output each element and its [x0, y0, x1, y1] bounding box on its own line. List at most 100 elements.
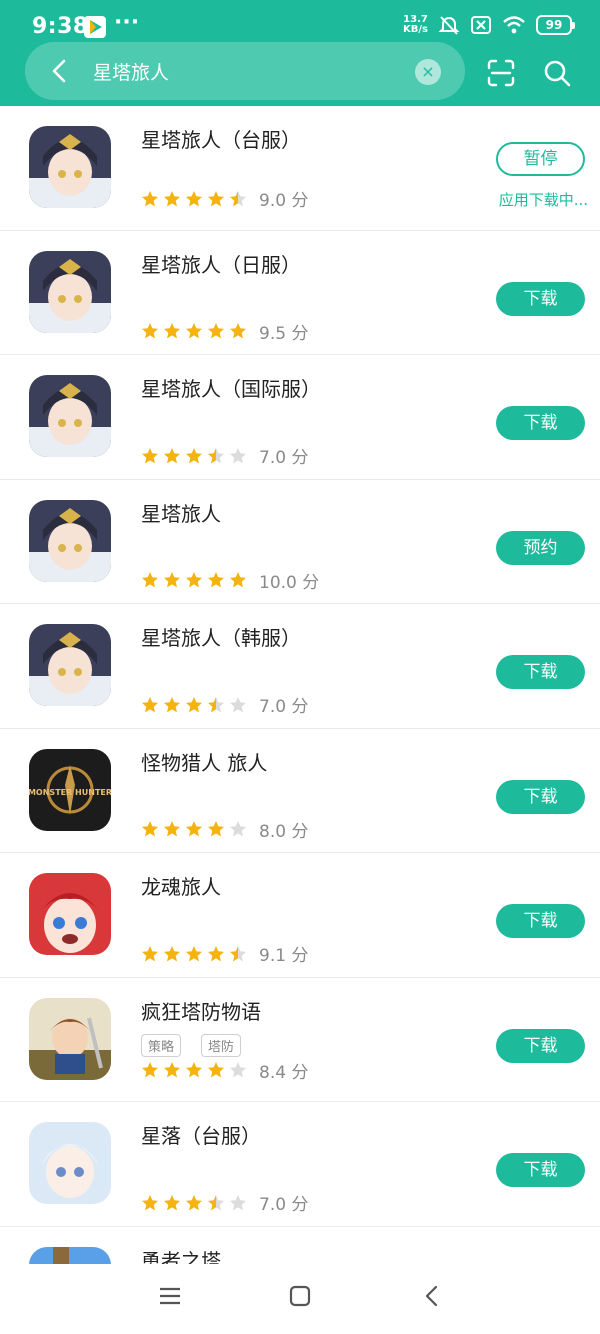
- pause-button[interactable]: 暂停: [496, 142, 585, 176]
- star-icon: [163, 322, 181, 340]
- star-icon: [207, 190, 225, 208]
- app-tag: 策略: [141, 1033, 182, 1057]
- app-name: 勇者之塔: [141, 1248, 221, 1265]
- star-icon: [207, 820, 225, 838]
- download-button[interactable]: 下载: [496, 281, 585, 316]
- app-score: 9.1 分: [259, 946, 309, 966]
- star-rating: [141, 820, 247, 838]
- star-icon: [185, 447, 203, 465]
- star-icon: [185, 190, 203, 208]
- star-icon: [207, 571, 225, 589]
- app-list-item[interactable]: 星塔旅人（台服） 9.0 分 暂停 应用下载中...: [0, 106, 600, 231]
- star-icon: [163, 820, 181, 838]
- home-icon[interactable]: [288, 1284, 312, 1308]
- app-score: 7.0 分: [259, 448, 309, 468]
- star-icon: [163, 571, 181, 589]
- back-chevron-icon[interactable]: [45, 56, 75, 86]
- star-icon: [141, 571, 159, 589]
- app-list-item[interactable]: 星落（台服） 7.0 分 下载: [0, 1102, 600, 1227]
- system-nav-bar: [0, 1264, 600, 1334]
- star-icon: [163, 447, 181, 465]
- star-icon: [229, 190, 247, 208]
- app-name: 星塔旅人: [141, 501, 221, 526]
- search-input[interactable]: [93, 42, 393, 100]
- app-list-item[interactable]: 疯狂塔防物语 策略 塔防 8.4 分 下载: [0, 978, 600, 1102]
- app-rating: 7.0 分: [141, 692, 308, 717]
- more-notifications-icon: ···: [114, 10, 140, 35]
- app-name: 星塔旅人（国际服）: [141, 377, 321, 401]
- app-list-item[interactable]: 星塔旅人（国际服） 7.0 分 下载: [0, 355, 600, 480]
- star-icon: [141, 820, 159, 838]
- star-icon: [141, 1061, 159, 1079]
- star-icon: [185, 945, 203, 963]
- star-icon: [185, 322, 203, 340]
- app-icon: [29, 873, 111, 955]
- app-icon: [29, 1122, 111, 1204]
- star-icon: [207, 945, 225, 963]
- app-score: 10.0 分: [259, 572, 320, 593]
- star-icon: [229, 322, 247, 340]
- app-rating: 8.4 分: [141, 1058, 308, 1083]
- star-icon: [185, 1061, 203, 1079]
- battery-icon: 99: [536, 15, 575, 35]
- star-icon: [207, 1194, 225, 1212]
- app-icon: [29, 499, 111, 582]
- app-score: 7.0 分: [259, 697, 309, 717]
- app-list-item[interactable]: 星塔旅人 10.0 分 预约: [0, 480, 600, 604]
- scan-icon[interactable]: [486, 58, 516, 88]
- app-name: 怪物猎人 旅人: [141, 750, 268, 775]
- download-button[interactable]: 下载: [496, 406, 585, 440]
- star-icon: [163, 696, 181, 714]
- search-icon[interactable]: [542, 58, 572, 88]
- app-list-item[interactable]: 星塔旅人（韩服） 7.0 分 下载: [0, 604, 600, 729]
- download-status: 应用下载中...: [498, 191, 588, 209]
- star-icon: [141, 1194, 159, 1212]
- download-button[interactable]: 下载: [496, 1028, 585, 1063]
- clear-search-button[interactable]: ×: [415, 59, 441, 85]
- app-rating: 7.0 分: [141, 1190, 308, 1215]
- app-list-item[interactable]: MONSTER HUNTER 怪物猎人 旅人 8.0 分 下载: [0, 729, 600, 853]
- star-icon: [229, 1061, 247, 1079]
- app-icon: [29, 1246, 111, 1264]
- app-list-item[interactable]: 龙魂旅人 9.1 分 下载: [0, 853, 600, 978]
- star-icon: [185, 571, 203, 589]
- download-button[interactable]: 下载: [496, 1153, 585, 1187]
- download-button[interactable]: 下载: [496, 655, 585, 689]
- status-icons: 13.7 KB/s 99: [403, 14, 575, 36]
- app-rating: 10.0 分: [141, 568, 319, 593]
- star-icon: [229, 571, 247, 589]
- star-icon: [229, 945, 247, 963]
- bell-muted-icon: [438, 16, 460, 35]
- star-icon: [163, 945, 181, 963]
- reserve-button[interactable]: 预约: [496, 530, 585, 565]
- app-list-item[interactable]: 星塔旅人（日服） 9.5 分 下载: [0, 231, 600, 355]
- app-score: 9.5 分: [259, 323, 309, 344]
- star-icon: [163, 190, 181, 208]
- no-sim-icon: [471, 16, 491, 34]
- app-name: 疯狂塔防物语: [141, 999, 261, 1024]
- app-rating: 9.1 分: [141, 941, 308, 966]
- app-name: 星落（台服）: [141, 1124, 261, 1148]
- back-icon[interactable]: [420, 1284, 444, 1308]
- star-icon: [207, 696, 225, 714]
- menu-icon[interactable]: [158, 1284, 182, 1308]
- star-icon: [229, 820, 247, 838]
- star-rating: [141, 696, 247, 714]
- app-tags: 策略 塔防: [141, 1033, 242, 1057]
- download-button[interactable]: 下载: [496, 904, 585, 938]
- app-rating: 7.0 分: [141, 443, 308, 468]
- app-name: 星塔旅人（日服）: [141, 252, 301, 277]
- app-icon: [29, 126, 111, 208]
- star-icon: [141, 945, 159, 963]
- star-rating: [141, 1061, 247, 1079]
- star-icon: [185, 820, 203, 838]
- app-list-item[interactable]: 勇者之塔: [0, 1227, 600, 1265]
- star-rating: [141, 945, 247, 963]
- star-rating: [141, 190, 247, 208]
- star-icon: [185, 696, 203, 714]
- star-icon: [163, 1194, 181, 1212]
- network-speed-unit: KB/s: [403, 24, 428, 35]
- download-button[interactable]: 下载: [496, 779, 585, 814]
- header: 9:38 ··· 13.7 KB/s 99 星塔旅人 ×: [0, 0, 600, 106]
- app-rating: 8.0 分: [141, 817, 308, 842]
